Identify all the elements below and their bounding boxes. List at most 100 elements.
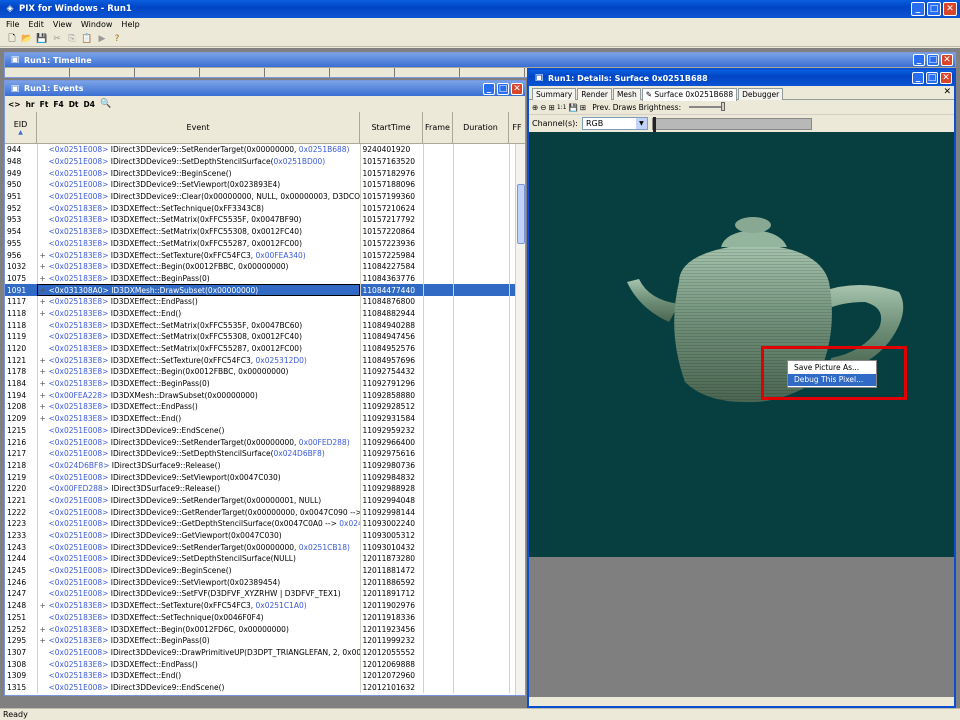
details-close-button[interactable]: ✕ [940,72,952,84]
chevron-down-icon[interactable]: ▼ [635,118,647,129]
table-row[interactable]: 1209 + <0x025183E8> ID3DXEffect::End() 1109… [5,412,525,425]
save-surface-icon[interactable]: 💾 [569,103,578,112]
open-folder-icon[interactable]: 📂 [21,33,33,45]
menu-file[interactable]: File [6,20,19,29]
copy-icon[interactable]: ⎘ [66,33,78,45]
save-icon[interactable]: 💾 [36,33,48,45]
tab-mesh[interactable]: Mesh [612,88,641,100]
cut-icon[interactable]: ✂ [51,33,63,45]
close-button[interactable]: ✕ [943,2,957,16]
column-starttime[interactable]: StartTime [360,112,423,143]
event-argument-link[interactable]: 0x024D [339,519,359,528]
maximize-button[interactable]: □ [927,2,941,16]
table-row[interactable]: 944 <0x0251E008> IDirect3DDevice9::SetRen… [5,144,525,156]
table-row[interactable]: 1091 + <0x031308A0> ID3DXMesh::DrawSubset(… [5,284,525,296]
channel-select[interactable]: RGB ▼ [581,117,648,130]
tab-debugger[interactable]: Debugger [738,88,784,100]
menu-view[interactable]: View [53,20,72,29]
expand-toggle[interactable]: + [40,285,49,296]
timeline-minimize-button[interactable]: _ [913,54,925,66]
table-row[interactable]: 951 <0x0251E008> IDirect3DDevice9::Clear(… [5,190,525,203]
zoom-out-icon[interactable]: ⊖ [540,103,546,112]
expand-toggle[interactable]: + [40,378,49,389]
table-row[interactable]: 1208 + <0x025183E8> ID3DXEffect::EndPass()… [5,401,525,413]
table-row[interactable]: 1309 <0x025183E8> ID3DXEffect::End() 12012… [5,669,525,682]
table-row[interactable]: 1121 + <0x025183E8> ID3DXEffect::SetTextur… [5,354,525,367]
event-argument-link[interactable]: 0x0251C1A0) [256,601,307,610]
table-row[interactable]: 1119 <0x025183E8> ID3DXEffect::SetMatrix(… [5,331,525,343]
event-argument-link[interactable]: 0x00FED288) [299,438,350,447]
filter-f4-button[interactable]: F4 [53,100,63,109]
filter-d4-button[interactable]: D4 [84,100,95,109]
events-scrollbar[interactable] [515,144,525,695]
table-row[interactable]: 1243 <0x0251E008> IDirect3DDevice9::SetRe… [5,541,525,554]
find-icon[interactable]: 🔍 [100,99,111,109]
column-event[interactable]: Event [37,112,360,143]
table-row[interactable]: 1118 <0x025183E8> ID3DXEffect::SetMatrix(… [5,319,525,331]
tab-surface[interactable]: ✎ Surface 0x0251B688 [641,88,738,101]
table-row[interactable]: 1117 + <0x025183E8> ID3DXEffect::EndPass()… [5,295,525,308]
table-row[interactable]: 949 <0x0251E008> IDirect3DDevice9::BeginS… [5,167,525,180]
brightness-slider[interactable] [689,102,726,111]
table-row[interactable]: 1221 <0x0251E008> IDirect3DDevice9::SetRe… [5,494,525,507]
table-row[interactable]: 1215 <0x0251E008> IDirect3DDevice9::EndSc… [5,424,525,437]
table-row[interactable]: 950 <0x0251E008> IDirect3DDevice9::SetVie… [5,179,525,191]
help-icon[interactable]: ? [111,33,123,45]
timeline-maximize-button[interactable]: □ [927,54,939,66]
table-row[interactable]: 953 <0x025183E8> ID3DXEffect::SetMatrix(0… [5,214,525,226]
table-row[interactable]: 1075 + <0x025183E8> ID3DXEffect::BeginPass… [5,272,525,285]
table-row[interactable]: 1223 <0x0251E008> IDirect3DDevice9::GetDe… [5,518,525,530]
menu-edit[interactable]: Edit [28,20,44,29]
expand-toggle[interactable]: + [40,308,49,319]
expand-toggle[interactable]: + [40,355,49,366]
table-row[interactable]: 1118 + <0x025183E8> ID3DXEffect::End() 1108… [5,307,525,320]
table-row[interactable]: 1308 <0x025183E8> ID3DXEffect::EndPass() 1… [5,658,525,670]
table-row[interactable]: 1120 <0x025183E8> ID3DXEffect::SetMatrix(… [5,342,525,355]
event-argument-link[interactable]: 0x0251BD00) [274,157,326,166]
table-row[interactable]: 1219 <0x0251E008> IDirect3DDevice9::SetVi… [5,471,525,483]
column-ff[interactable]: FF [509,112,525,143]
scrollbar-thumb[interactable] [517,184,525,244]
column-duration[interactable]: Duration [453,112,509,143]
surface-viewport[interactable]: Save Picture As... Debug This Pixel... [529,132,954,557]
table-row[interactable]: 1244 <0x0251E008> IDirect3DDevice9::SetDe… [5,553,525,565]
table-row[interactable]: 1247 <0x0251E008> IDirect3DDevice9::SetFV… [5,588,525,600]
table-row[interactable]: 1178 + <0x025183E8> ID3DXEffect::Begin(0x0… [5,366,525,378]
filter-hr-button[interactable]: hr [26,100,35,109]
table-row[interactable]: 1233 <0x0251E008> IDirect3DDevice9::GetVi… [5,529,525,542]
menu-window[interactable]: Window [81,20,113,29]
expand-toggle[interactable]: + [40,273,49,284]
brightness-slider-thumb[interactable] [721,102,726,111]
table-row[interactable]: 1194 + <0x00FEA228> ID3DXMesh::DrawSubset(… [5,389,525,402]
expand-toggle[interactable]: + [40,296,49,307]
events-close-button[interactable]: ✕ [511,82,523,95]
events-minimize-button[interactable]: _ [483,82,495,95]
expand-toggle[interactable]: + [40,261,49,272]
zoom-in-icon[interactable]: ⊕ [532,103,538,112]
expand-toggle[interactable]: + [40,624,49,635]
events-table-body[interactable]: 944 <0x0251E008> IDirect3DDevice9::SetRen… [5,144,525,695]
table-row[interactable]: 948 <0x0251E008> IDirect3DDevice9::SetDep… [5,155,525,168]
column-frame[interactable]: Frame [423,112,453,143]
table-row[interactable]: 1184 + <0x025183E8> ID3DXEffect::BeginPass… [5,377,525,390]
event-argument-link[interactable]: 0x025312D0) [256,356,307,365]
filter-ft-button[interactable]: Ft [40,100,49,109]
grid-icon[interactable]: ⊞ [580,103,586,112]
nav-back-icon[interactable]: <> [8,100,21,109]
tab-render[interactable]: Render [577,88,612,100]
table-row[interactable]: 1220 <0x00FED288> IDirect3DSurface9::Rele… [5,482,525,495]
table-row[interactable]: 1032 + <0x025183E8> ID3DXEffect::Begin(0x0… [5,260,525,273]
column-eid[interactable]: EID ▲ [5,112,37,143]
expand-toggle[interactable]: + [40,366,49,377]
table-row[interactable]: 1295 + <0x025183E8> ID3DXEffect::BeginPass… [5,634,525,647]
table-row[interactable]: 954 <0x025183E8> ID3DXEffect::SetMatrix(0… [5,225,525,238]
fit-icon[interactable]: ⊞ [549,103,555,112]
table-row[interactable]: 1248 + <0x025183E8> ID3DXEffect::SetTextur… [5,599,525,612]
events-maximize-button[interactable]: □ [497,82,509,95]
event-argument-link[interactable]: 0x0251CB18) [299,543,350,552]
table-row[interactable]: 1218 <0x024D6BF8> IDirect3DSurface9::Rele… [5,459,525,472]
expand-toggle[interactable]: + [40,401,49,412]
table-row[interactable]: 955 <0x025183E8> ID3DXEffect::SetMatrix(0… [5,237,525,250]
event-argument-link[interactable]: 0x00FEA340) [256,251,306,260]
actual-size-icon[interactable]: 1:1 [557,104,567,111]
